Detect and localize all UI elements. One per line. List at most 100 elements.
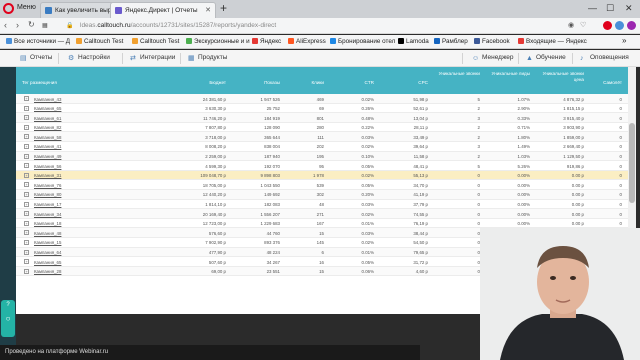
maximize-icon[interactable]: ☐ xyxy=(606,3,614,14)
opera-logo-icon[interactable] xyxy=(3,3,14,14)
reload-icon[interactable]: ↻ xyxy=(28,20,35,29)
table-row[interactable]: + Кампания_61 11 746,20 р 184 919 801 0.48% 13… xyxy=(16,113,628,123)
column-header-unique-calls[interactable]: Уникальные звонки xyxy=(436,71,480,77)
cell-campaign-name[interactable]: Кампания_15 xyxy=(34,240,61,245)
minimize-icon[interactable]: — xyxy=(588,3,597,13)
nav-integrations[interactable]: ⇄ Интеграции xyxy=(130,54,175,62)
expand-icon[interactable]: + xyxy=(24,153,29,159)
cell-campaign-name[interactable]: Кампания_58 xyxy=(34,135,61,140)
bookmark-aliexpress[interactable]: AliExpress xyxy=(288,38,326,45)
nav-products[interactable]: ▦ Продукты xyxy=(188,54,227,62)
column-header-clicks[interactable]: Клики xyxy=(294,80,325,86)
table-row[interactable]: + Кампания_58 3 718,00 р 365 644 111 0.03% 33,… xyxy=(16,132,628,142)
cell-campaign-name[interactable]: Кампания_49 xyxy=(34,154,61,159)
expand-icon[interactable]: + xyxy=(24,143,29,149)
cell-campaign-name[interactable]: Кампания_48 xyxy=(34,231,61,236)
close-icon[interactable]: ✕ xyxy=(205,6,211,14)
column-header-tag[interactable]: Тег размещения xyxy=(22,80,57,86)
column-header-unique-leads[interactable]: Уникальные лиды xyxy=(486,71,530,77)
bookmark-all-sources[interactable]: Все источники — Д xyxy=(6,38,70,45)
extension-icon[interactable] xyxy=(615,21,624,30)
table-row[interactable]: + Кампания_80 12 440,20 р 149 692 302 0.20% 41… xyxy=(16,189,628,200)
url-field[interactable]: ldeas.calltouch.ru/accounts/12731/sites/… xyxy=(80,20,560,32)
scrollbar-thumb[interactable] xyxy=(629,123,635,203)
browser-menu-button[interactable]: Меню xyxy=(17,4,36,11)
cell-campaign-name[interactable]: Кампания_65 xyxy=(34,260,61,265)
cell-campaign-name[interactable]: Кампания_43 xyxy=(34,97,61,102)
profile-icon[interactable] xyxy=(627,21,636,30)
cell-campaign-name[interactable]: Кампания_28 xyxy=(34,269,61,274)
nav-settings[interactable]: ⚙ Настройки xyxy=(68,54,110,62)
camera-icon[interactable]: ◉ xyxy=(568,21,574,29)
expand-icon[interactable]: + xyxy=(24,220,29,226)
expand-icon[interactable]: + xyxy=(24,115,29,121)
bookmark-lamoda[interactable]: Lamoda xyxy=(398,38,429,45)
back-icon[interactable]: ‹ xyxy=(4,20,7,30)
cell-campaign-name[interactable]: Кампания_61 xyxy=(34,116,61,121)
table-row[interactable]: + Кампания_82 7 807,80 р 128 090 280 0.22% 28,… xyxy=(16,123,628,133)
bookmark-yandex-mail[interactable]: Входящие — Яндекс xyxy=(518,38,587,45)
cell-campaign-name[interactable]: Кампания_76 xyxy=(34,183,61,188)
expand-icon[interactable]: + xyxy=(24,124,29,130)
bookmark-excursions[interactable]: Экскурсионные и и xyxy=(186,38,250,45)
table-row[interactable]: + Кампания_49 2 259,00 р 187 940 195 0.10% 11,… xyxy=(16,151,628,162)
column-header-unique-calls-price[interactable]: Уникальные звонки цена xyxy=(536,71,584,82)
more-bookmarks-icon[interactable]: » xyxy=(622,36,626,45)
table-row[interactable]: + Кампания_17 1 814,10 р 182 083 48 0.03% 37,7… xyxy=(16,200,628,210)
expand-icon[interactable]: + xyxy=(24,211,29,217)
bookmark-rambler[interactable]: Рамблер xyxy=(434,38,468,45)
column-header-cpc[interactable]: CPC xyxy=(398,80,428,86)
cell-campaign-name[interactable]: Кампания_31 xyxy=(34,173,61,178)
expand-icon[interactable]: + xyxy=(24,201,29,207)
forward-icon[interactable]: › xyxy=(16,20,19,30)
expand-icon[interactable]: + xyxy=(24,230,29,236)
column-header-impressions[interactable]: Показы xyxy=(250,80,280,86)
expand-icon[interactable]: + xyxy=(24,191,29,197)
table-row[interactable]: + Кампания_76 18 705,00 р 1 043 550 539 0.05%… xyxy=(16,180,628,190)
bookmark-yandex[interactable]: Яндекс xyxy=(252,38,281,45)
table-row[interactable]: + Кампания_18 12 723,00 р 1 229 683 167 0.01%… xyxy=(16,219,628,229)
table-row[interactable]: + Кампания_56 4 599,30 р 192 070 95 0.05% 48,4… xyxy=(16,161,628,171)
cell-campaign-name[interactable]: Кампания_82 xyxy=(34,125,61,130)
cell-campaign-name[interactable]: Кампания_65 xyxy=(34,106,61,111)
cell-campaign-name[interactable]: Кампания_17 xyxy=(34,202,61,207)
cell-campaign-name[interactable]: Кампания_64 xyxy=(34,250,61,255)
expand-icon[interactable]: + xyxy=(24,96,29,101)
table-row[interactable]: + Кампания_41 8 008,20 р 838 004 202 0.02% 39,… xyxy=(16,142,628,152)
cell-campaign-name[interactable]: Кампания_34 xyxy=(34,212,61,217)
apps-grid-icon[interactable]: ▦ xyxy=(42,22,48,29)
expand-icon[interactable]: + xyxy=(24,259,29,265)
nav-reports[interactable]: ▤ Отчеты xyxy=(20,54,52,62)
table-row[interactable]: + Кампания_43 24 381,60 р 1 947 526 469 0.02%… xyxy=(16,94,628,104)
bookmark-calltouch-2[interactable]: Calltouch Test xyxy=(132,38,179,45)
expand-icon[interactable]: + xyxy=(24,134,29,140)
column-header-plane[interactable]: Самолёт xyxy=(590,80,622,86)
nav-notifications[interactable]: ♪ Оповещения xyxy=(580,54,629,62)
expand-icon[interactable]: + xyxy=(24,249,29,255)
expand-icon[interactable]: + xyxy=(24,239,29,245)
expand-icon[interactable]: + xyxy=(24,268,29,274)
expand-icon[interactable]: + xyxy=(24,105,29,111)
table-row[interactable]: + Кампания_65 3 630,30 р 25 752 69 0.26% 52,61… xyxy=(16,104,628,114)
column-header-budget[interactable]: Бюджет xyxy=(196,80,226,86)
heart-icon[interactable]: ♡ xyxy=(580,21,586,29)
cell-campaign-name[interactable]: Кампания_41 xyxy=(34,144,61,149)
cell-campaign-name[interactable]: Кампания_18 xyxy=(34,221,61,226)
table-row[interactable]: + Кампания_31 109 048,70 р 9 898 803 1 978 0.… xyxy=(16,170,628,181)
bookmark-booking[interactable]: Бронирование отел xyxy=(330,38,395,45)
tab-yandex-direct[interactable]: Яндекс.Директ | Отчеты ✕ xyxy=(110,2,216,18)
table-row[interactable]: + Кампания_34 20 169,40 р 1 556 207 271 0.02%… xyxy=(16,209,628,219)
cell-campaign-name[interactable]: Кампания_56 xyxy=(34,164,61,169)
expand-icon[interactable]: + xyxy=(24,182,29,188)
expand-icon[interactable]: + xyxy=(24,163,29,169)
adblock-icon[interactable] xyxy=(603,21,612,30)
nav-training[interactable]: ▲ Обучение xyxy=(526,54,566,62)
expand-icon[interactable]: + xyxy=(24,172,29,178)
column-header-ctr[interactable]: CTR xyxy=(344,80,374,86)
bookmark-facebook[interactable]: Facebook xyxy=(474,38,510,45)
bookmark-calltouch-1[interactable]: Calltouch Test xyxy=(76,38,123,45)
close-window-icon[interactable]: ✕ xyxy=(625,3,633,14)
new-tab-button[interactable]: + xyxy=(220,1,227,15)
cell-campaign-name[interactable]: Кампания_80 xyxy=(34,192,61,197)
nav-manager[interactable]: ☺ Менеджер xyxy=(472,54,514,62)
